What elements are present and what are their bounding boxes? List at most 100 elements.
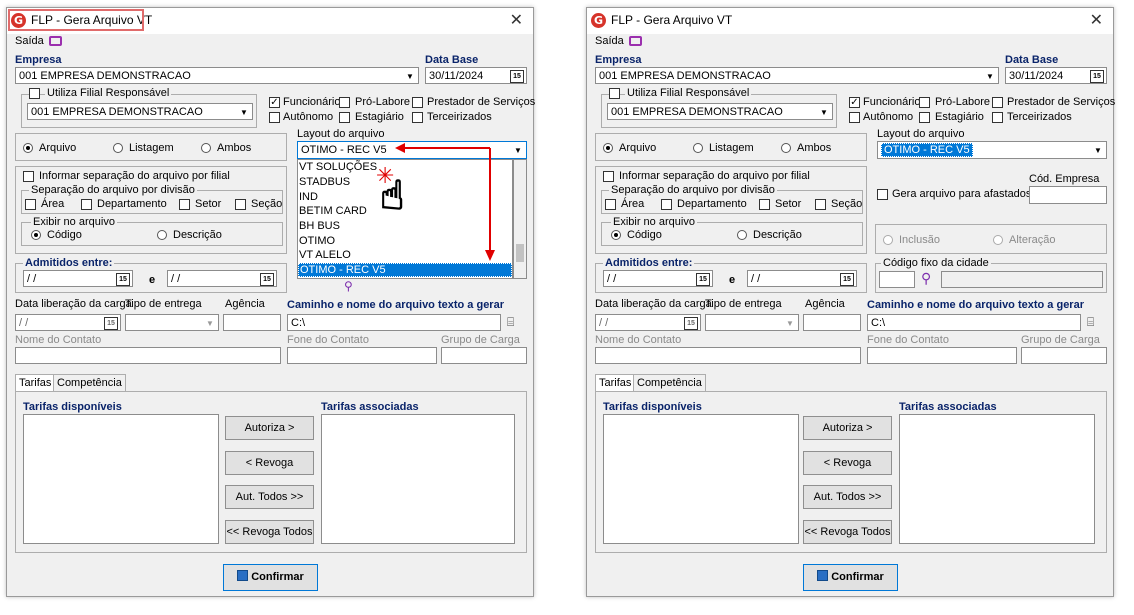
calendar-icon[interactable]: 15 xyxy=(116,273,130,286)
grupo-carga-field[interactable] xyxy=(1021,347,1107,364)
tarifas-assoc-list[interactable] xyxy=(899,414,1095,544)
aut-todos-button[interactable]: Aut. Todos >> xyxy=(803,485,892,509)
tipo-entrega-select[interactable]: ▼ xyxy=(705,314,799,331)
autonomo-checkbox[interactable] xyxy=(849,112,860,123)
database-field[interactable]: 30/11/2024 15 xyxy=(1005,67,1107,84)
tipo-entrega-select[interactable]: ▼ xyxy=(125,314,219,331)
dropdown-item[interactable]: BH BUS xyxy=(299,220,340,232)
ambos-radio[interactable] xyxy=(201,143,211,153)
scrollbar-thumb[interactable] xyxy=(516,244,524,262)
autoriza-button[interactable]: Autoriza > xyxy=(225,416,314,440)
calendar-icon[interactable]: 15 xyxy=(696,273,710,286)
funcionario-checkbox[interactable]: ✓ xyxy=(849,97,860,108)
folder-tree-icon[interactable]: ⌸ xyxy=(1087,315,1094,330)
setor-checkbox[interactable] xyxy=(759,199,770,210)
descricao-radio[interactable] xyxy=(157,230,167,240)
calendar-icon[interactable]: 15 xyxy=(104,317,118,330)
codigo-radio[interactable] xyxy=(31,230,41,240)
cod-empresa-field[interactable] xyxy=(1029,186,1107,204)
estagiario-checkbox[interactable] xyxy=(339,112,350,123)
calendar-icon[interactable]: 15 xyxy=(684,317,698,330)
informar-checkbox[interactable] xyxy=(23,171,34,182)
area-checkbox[interactable] xyxy=(25,199,36,210)
tarifas-disp-list[interactable] xyxy=(603,414,799,544)
saida-menu[interactable]: Saída xyxy=(15,35,44,47)
arquivo-radio[interactable] xyxy=(603,143,613,153)
calendar-icon[interactable]: 15 xyxy=(260,273,274,286)
prestador-checkbox[interactable] xyxy=(412,97,423,108)
calendar-icon[interactable]: 15 xyxy=(1090,70,1104,83)
departamento-checkbox[interactable] xyxy=(81,199,92,210)
revoga-todos-button[interactable]: << Revoga Todos xyxy=(225,520,314,544)
monitor-icon[interactable] xyxy=(629,36,642,46)
search-icon[interactable]: ⚲ xyxy=(344,279,353,293)
caminho-field[interactable]: C:\ xyxy=(867,314,1081,331)
filial-checkbox[interactable] xyxy=(29,88,40,99)
admitidos-from-field[interactable]: / /15 xyxy=(23,270,133,287)
prolabore-checkbox[interactable] xyxy=(919,97,930,108)
dropdown-item[interactable]: IND xyxy=(299,191,318,203)
ambos-radio[interactable] xyxy=(781,143,791,153)
descricao-radio[interactable] xyxy=(737,230,747,240)
close-icon[interactable]: ✕ xyxy=(1090,10,1103,29)
prestador-checkbox[interactable] xyxy=(992,97,1003,108)
monitor-icon[interactable] xyxy=(49,36,62,46)
informar-checkbox[interactable] xyxy=(603,171,614,182)
revoga-todos-button[interactable]: << Revoga Todos xyxy=(803,520,892,544)
agencia-field[interactable] xyxy=(223,314,281,331)
tarifas-assoc-list[interactable] xyxy=(321,414,515,544)
nome-contato-field[interactable] xyxy=(15,347,281,364)
tab-competencia[interactable]: Competência xyxy=(633,374,706,391)
confirmar-button[interactable]: Confirmar xyxy=(223,564,318,591)
data-lib-field[interactable]: / /15 xyxy=(595,314,701,331)
terceirizados-checkbox[interactable] xyxy=(992,112,1003,123)
empresa-select[interactable]: 001 EMPRESA DEMONSTRACAO ▼ xyxy=(15,67,419,84)
dropdown-item[interactable]: OTIMO xyxy=(299,235,335,247)
calendar-icon[interactable]: 15 xyxy=(510,70,524,83)
listagem-radio[interactable] xyxy=(113,143,123,153)
agencia-field[interactable] xyxy=(803,314,861,331)
layout-select[interactable]: OTIMO - REC V5 ▼ xyxy=(877,141,1107,159)
grupo-carga-field[interactable] xyxy=(441,347,527,364)
filial-select[interactable]: 001 EMPRESA DEMONSTRACAO ▼ xyxy=(27,103,253,120)
departamento-checkbox[interactable] xyxy=(661,199,672,210)
estagiario-checkbox[interactable] xyxy=(919,112,930,123)
terceirizados-checkbox[interactable] xyxy=(412,112,423,123)
listagem-radio[interactable] xyxy=(693,143,703,153)
admitidos-from-field[interactable]: / /15 xyxy=(603,270,713,287)
saida-menu[interactable]: Saída xyxy=(595,35,624,47)
caminho-field[interactable]: C:\ xyxy=(287,314,501,331)
dropdown-item[interactable]: STADBUS xyxy=(299,176,350,188)
filial-checkbox[interactable] xyxy=(609,88,620,99)
autonomo-checkbox[interactable] xyxy=(269,112,280,123)
folder-tree-icon[interactable]: ⌸ xyxy=(507,315,514,330)
search-icon[interactable]: ⚲ xyxy=(921,270,931,287)
fone-contato-field[interactable] xyxy=(287,347,437,364)
layout-select[interactable]: OTIMO - REC V5 ▼ xyxy=(297,141,527,159)
admitidos-to-field[interactable]: / /15 xyxy=(167,270,277,287)
admitidos-to-field[interactable]: / /15 xyxy=(747,270,857,287)
tab-competencia[interactable]: Competência xyxy=(53,374,126,391)
gera-afastados-checkbox[interactable] xyxy=(877,189,888,200)
database-field[interactable]: 30/11/2024 15 xyxy=(425,67,527,84)
secao-checkbox[interactable] xyxy=(235,199,246,210)
confirmar-button[interactable]: Confirmar xyxy=(803,564,898,591)
data-lib-field[interactable]: / /15 xyxy=(15,314,121,331)
prolabore-checkbox[interactable] xyxy=(339,97,350,108)
funcionario-checkbox[interactable]: ✓ xyxy=(269,97,280,108)
codigo-radio[interactable] xyxy=(611,230,621,240)
filial-select[interactable]: 001 EMPRESA DEMONSTRACAO ▼ xyxy=(607,103,833,120)
codigo-cidade-field[interactable] xyxy=(879,271,915,288)
arquivo-radio[interactable] xyxy=(23,143,33,153)
dropdown-item[interactable]: VT SOLUÇÕES xyxy=(299,161,377,173)
tarifas-disp-list[interactable] xyxy=(23,414,219,544)
empresa-select[interactable]: 001 EMPRESA DEMONSTRACAO ▼ xyxy=(595,67,999,84)
fone-contato-field[interactable] xyxy=(867,347,1017,364)
revoga-button[interactable]: < Revoga xyxy=(225,451,314,475)
tab-tarifas[interactable]: Tarifas xyxy=(595,374,636,391)
inclusao-radio[interactable] xyxy=(883,235,893,245)
dropdown-item[interactable]: VT ALELO xyxy=(299,249,351,261)
dropdown-item-selected[interactable]: OTIMO - REC V5 xyxy=(298,263,512,277)
setor-checkbox[interactable] xyxy=(179,199,190,210)
nome-contato-field[interactable] xyxy=(595,347,861,364)
